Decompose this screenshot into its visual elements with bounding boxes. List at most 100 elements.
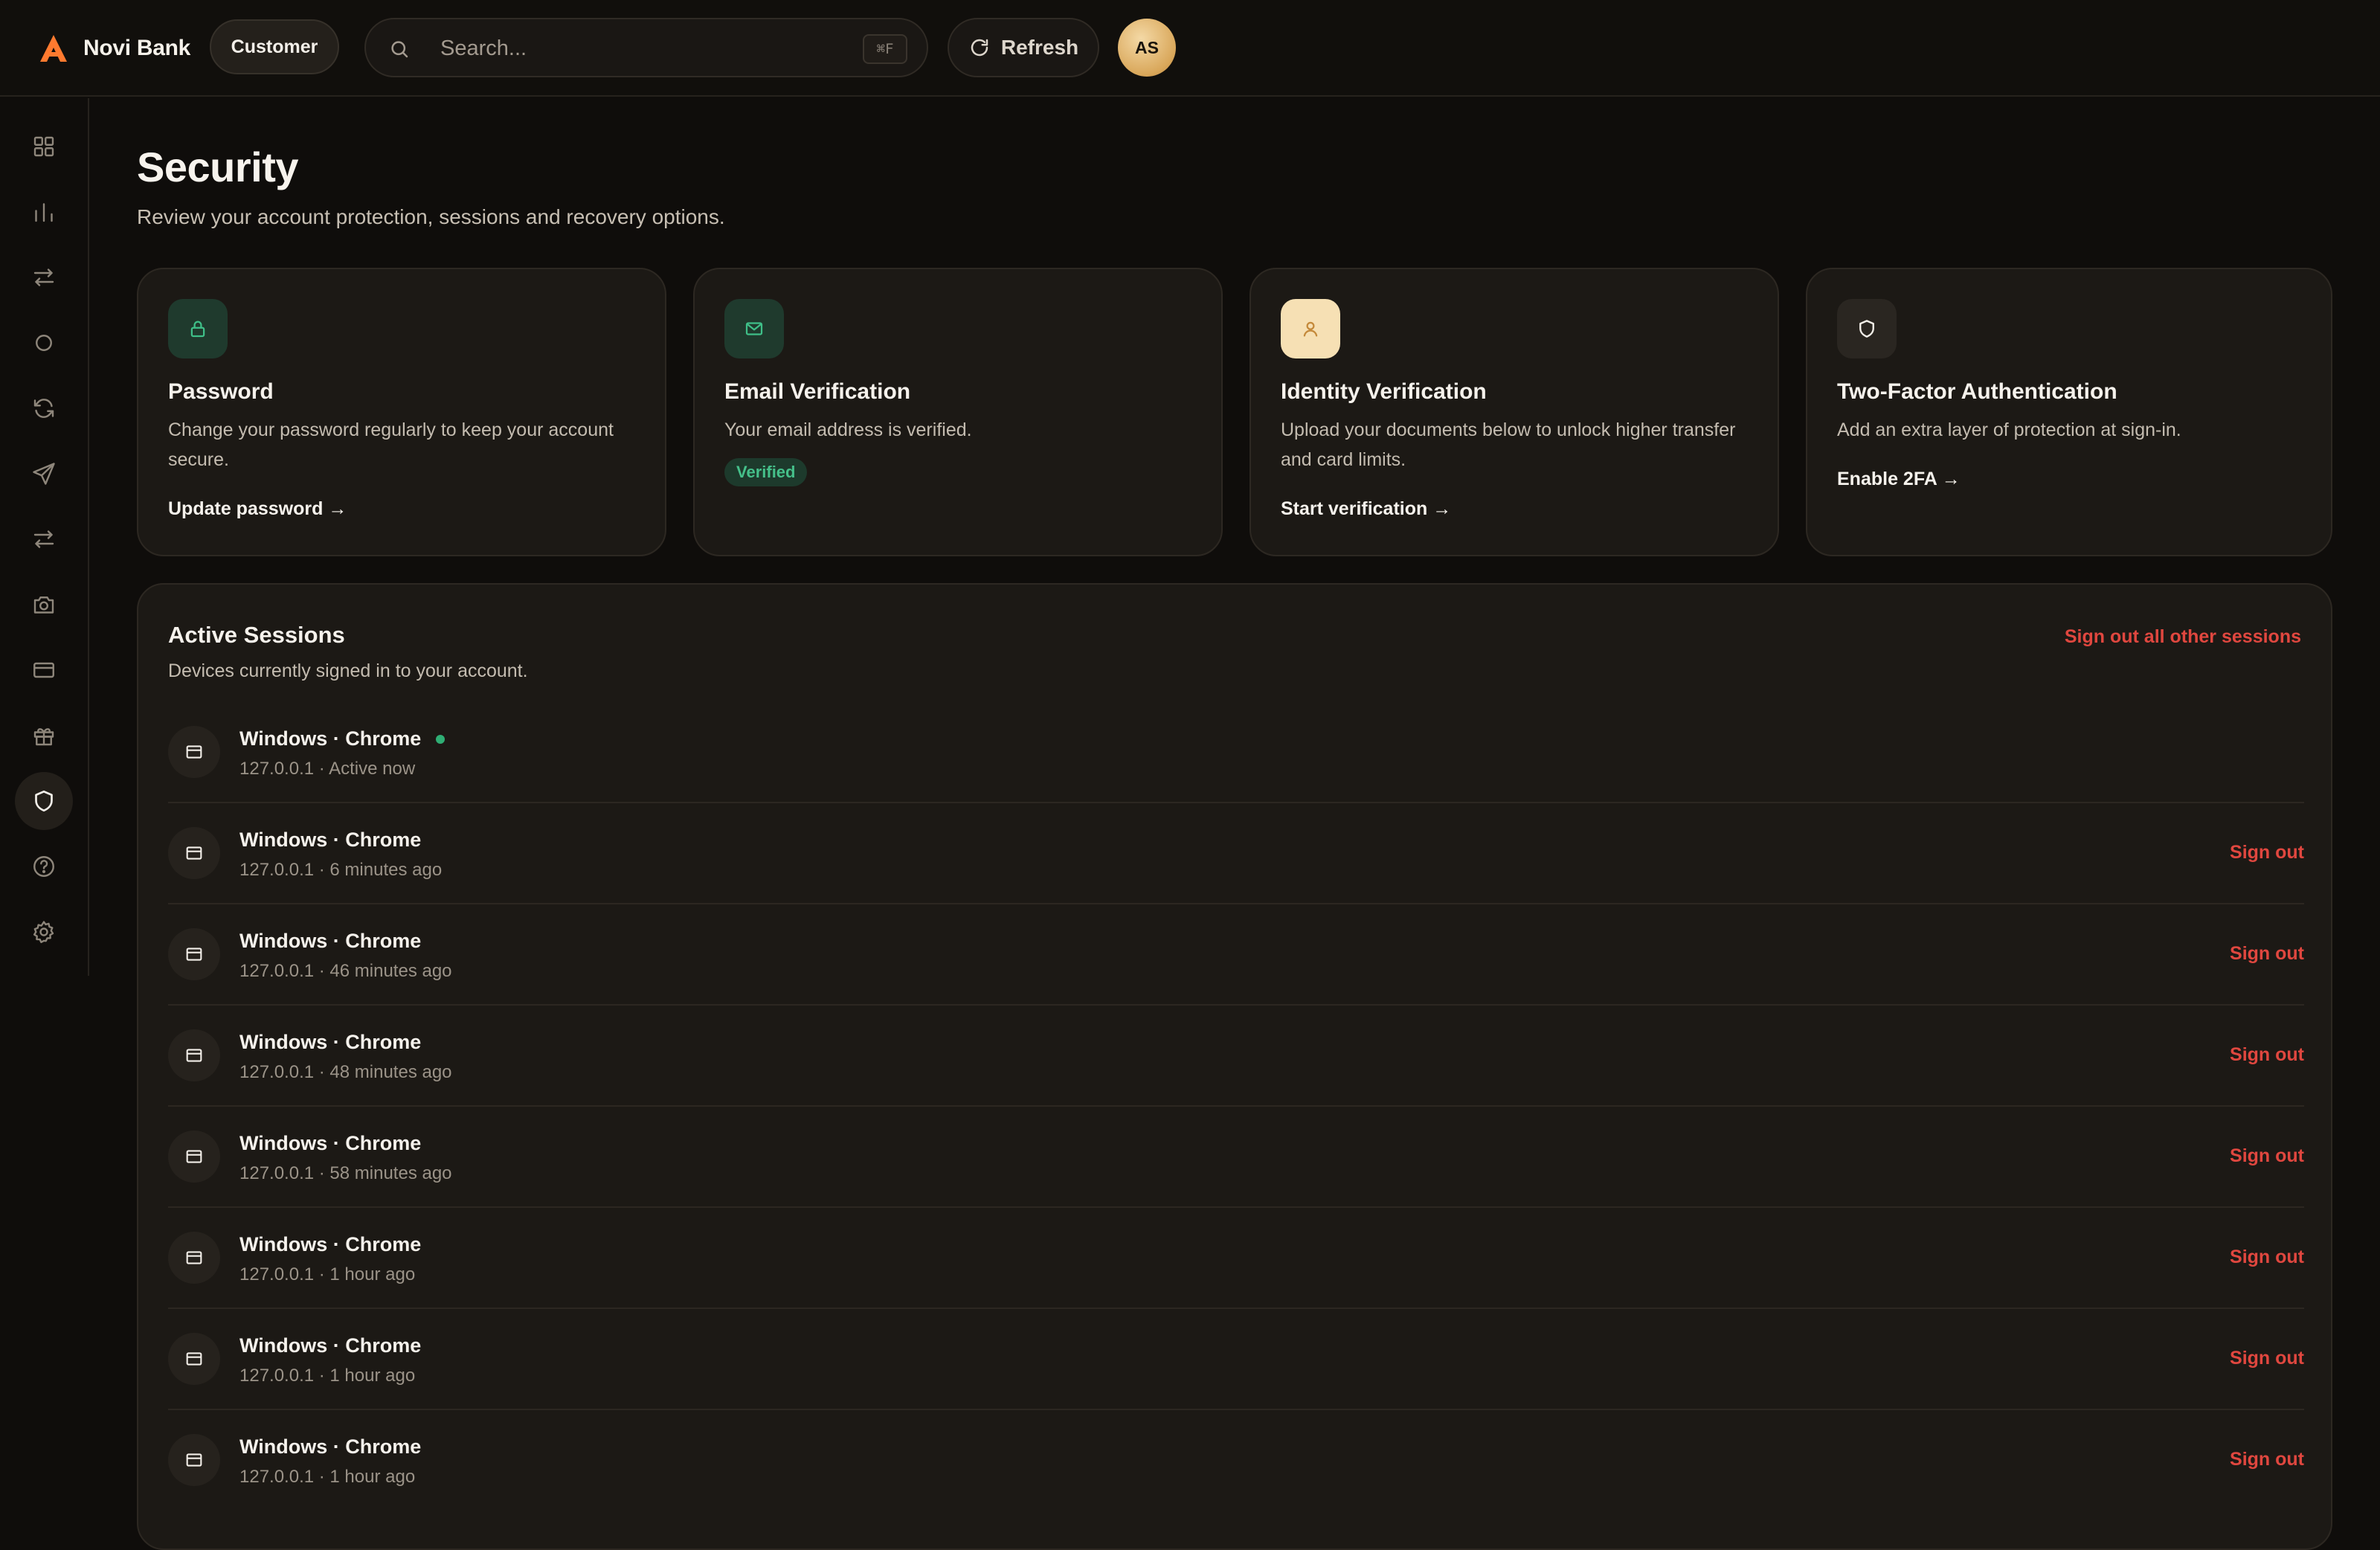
card-icon-wrap <box>168 299 228 358</box>
avatar[interactable]: AS <box>1118 19 1176 77</box>
device-icon-wrap <box>168 1333 220 1385</box>
sign-out-button[interactable]: Sign out <box>2230 842 2304 864</box>
card-title: Two-Factor Authentication <box>1837 379 2117 404</box>
sidebar-item-analytics[interactable] <box>15 183 73 241</box>
session-row: Windows · Chrome 127.0.0.1 · 58 minutes … <box>168 1107 2304 1208</box>
session-row: Windows · Chrome 127.0.0.1 · 1 hour ago … <box>168 1208 2304 1309</box>
session-meta: 127.0.0.1 · 1 hour ago <box>239 1366 416 1386</box>
card-description: Add an extra layer of protection at sign… <box>1837 419 2181 440</box>
brand[interactable]: Novi Bank <box>37 30 190 67</box>
sidebar-item-dashboard[interactable] <box>15 118 73 176</box>
browser-window-icon <box>186 1352 202 1366</box>
start-verification-link[interactable]: Start verification → <box>1281 498 1451 520</box>
sidebar-item-cards[interactable] <box>15 641 73 699</box>
help-icon <box>33 856 54 877</box>
session-meta: 127.0.0.1 · 1 hour ago <box>239 1467 416 1487</box>
sidebar-item-recurring[interactable] <box>15 379 73 437</box>
email-verification-card: Email Verification Your email address is… <box>693 268 1223 556</box>
sidebar-item-transfers[interactable] <box>15 248 73 306</box>
section-title: Active Sessions <box>168 622 345 648</box>
enable-2fa-link[interactable]: Enable 2FA → <box>1837 469 1961 490</box>
bar-chart-icon <box>35 203 53 222</box>
device-icon-wrap <box>168 1232 220 1284</box>
user-icon <box>1303 321 1318 337</box>
search-bar[interactable]: ⌘F <box>364 18 928 77</box>
device-icon-wrap <box>168 726 220 778</box>
sidebar-item-help[interactable] <box>15 837 73 895</box>
sign-out-button[interactable]: Sign out <box>2230 1348 2304 1369</box>
main-content: Security Review your account protection,… <box>137 97 2332 1550</box>
sidebar-item-security[interactable] <box>15 772 73 830</box>
search-shortcut-hint: ⌘F <box>863 34 907 64</box>
session-device: Windows · Chrome <box>239 930 422 952</box>
section-subtitle: Devices currently signed in to your acco… <box>168 660 528 681</box>
identity-verification-card: Identity Verification Upload your docume… <box>1250 268 1779 556</box>
session-row: Windows · Chrome 127.0.0.1 · 6 minutes a… <box>168 803 2304 904</box>
sidebar-item-exchange[interactable] <box>15 510 73 568</box>
browser-window-icon <box>186 745 202 759</box>
card-icon-wrap <box>1281 299 1340 358</box>
card-description: Upload your documents below to unlock hi… <box>1281 419 1736 470</box>
card-description: Your email address is verified. <box>724 419 972 440</box>
sidebar <box>0 98 89 976</box>
shield-icon <box>1859 320 1874 338</box>
sign-out-button[interactable]: Sign out <box>2230 1449 2304 1470</box>
device-icon-wrap <box>168 1434 220 1486</box>
swap-icon <box>33 268 54 286</box>
role-switch-button[interactable]: Customer <box>210 19 339 74</box>
swap-icon <box>33 530 54 548</box>
session-meta: 127.0.0.1 · 6 minutes ago <box>239 860 443 880</box>
page-title: Security <box>137 144 299 190</box>
session-device: Windows · Chrome <box>239 1233 422 1255</box>
session-device-label: Windows · Chrome <box>239 727 422 750</box>
session-device: Windows · Chrome <box>239 829 422 851</box>
two-factor-card: Two-Factor Authentication Add an extra l… <box>1806 268 2332 556</box>
sign-out-button[interactable]: Sign out <box>2230 943 2304 965</box>
session-device: Windows · Chrome <box>239 1334 422 1357</box>
refresh-button[interactable]: Refresh <box>948 18 1099 77</box>
session-row: Windows · Chrome 127.0.0.1 · 48 minutes … <box>168 1006 2304 1107</box>
sidebar-item-documents[interactable] <box>15 576 73 634</box>
circle-icon <box>36 335 52 351</box>
session-device: Windows · Chrome <box>239 1031 422 1053</box>
sidebar-item-send[interactable] <box>15 445 73 503</box>
session-meta: 127.0.0.1 · 48 minutes ago <box>239 1062 452 1082</box>
shield-icon <box>35 790 53 812</box>
session-row: Windows · Chrome 127.0.0.1 · 1 hour ago … <box>168 1309 2304 1410</box>
card-description: Change your password regularly to keep y… <box>168 419 614 470</box>
session-row: Windows · Chrome 127.0.0.1 · Active now <box>168 702 2304 803</box>
grid-icon <box>33 136 54 157</box>
gift-icon <box>33 728 54 746</box>
refresh-icon <box>971 39 988 57</box>
sidebar-item-settings[interactable] <box>15 903 73 961</box>
refresh-cycle-icon <box>33 399 54 418</box>
camera-icon <box>33 596 54 614</box>
active-sessions-panel: Active Sessions Devices currently signed… <box>137 583 2332 1550</box>
gear-icon <box>33 921 54 943</box>
device-icon-wrap <box>168 1131 220 1183</box>
browser-window-icon <box>186 1251 202 1264</box>
browser-window-icon <box>186 1453 202 1467</box>
card-title: Password <box>168 379 274 404</box>
card-title: Identity Verification <box>1281 379 1487 404</box>
active-indicator-icon <box>436 734 446 744</box>
device-icon-wrap <box>168 928 220 980</box>
sign-out-button[interactable]: Sign out <box>2230 1247 2304 1268</box>
refresh-label: Refresh <box>1000 36 1079 59</box>
page-subtitle: Review your account protection, sessions… <box>137 205 725 228</box>
sign-out-button[interactable]: Sign out <box>2230 1145 2304 1167</box>
session-row: Windows · Chrome 127.0.0.1 · 1 hour ago … <box>168 1410 2304 1511</box>
browser-window-icon <box>186 1049 202 1062</box>
update-password-link[interactable]: Update password → <box>168 498 347 520</box>
sign-out-all-button[interactable]: Sign out all other sessions <box>2065 626 2301 648</box>
search-input[interactable] <box>440 31 782 65</box>
device-icon-wrap <box>168 1029 220 1081</box>
sidebar-item-accounts[interactable] <box>15 314 73 372</box>
status-badge: Verified <box>724 458 808 486</box>
card-icon-wrap <box>724 299 784 358</box>
sidebar-item-rewards[interactable] <box>15 707 73 765</box>
session-device: Windows · Chrome <box>239 1132 422 1154</box>
session-device: Windows · Chrome <box>239 1435 422 1458</box>
sign-out-button[interactable]: Sign out <box>2230 1044 2304 1066</box>
sessions-list: Windows · Chrome 127.0.0.1 · Active now … <box>168 702 2304 1511</box>
